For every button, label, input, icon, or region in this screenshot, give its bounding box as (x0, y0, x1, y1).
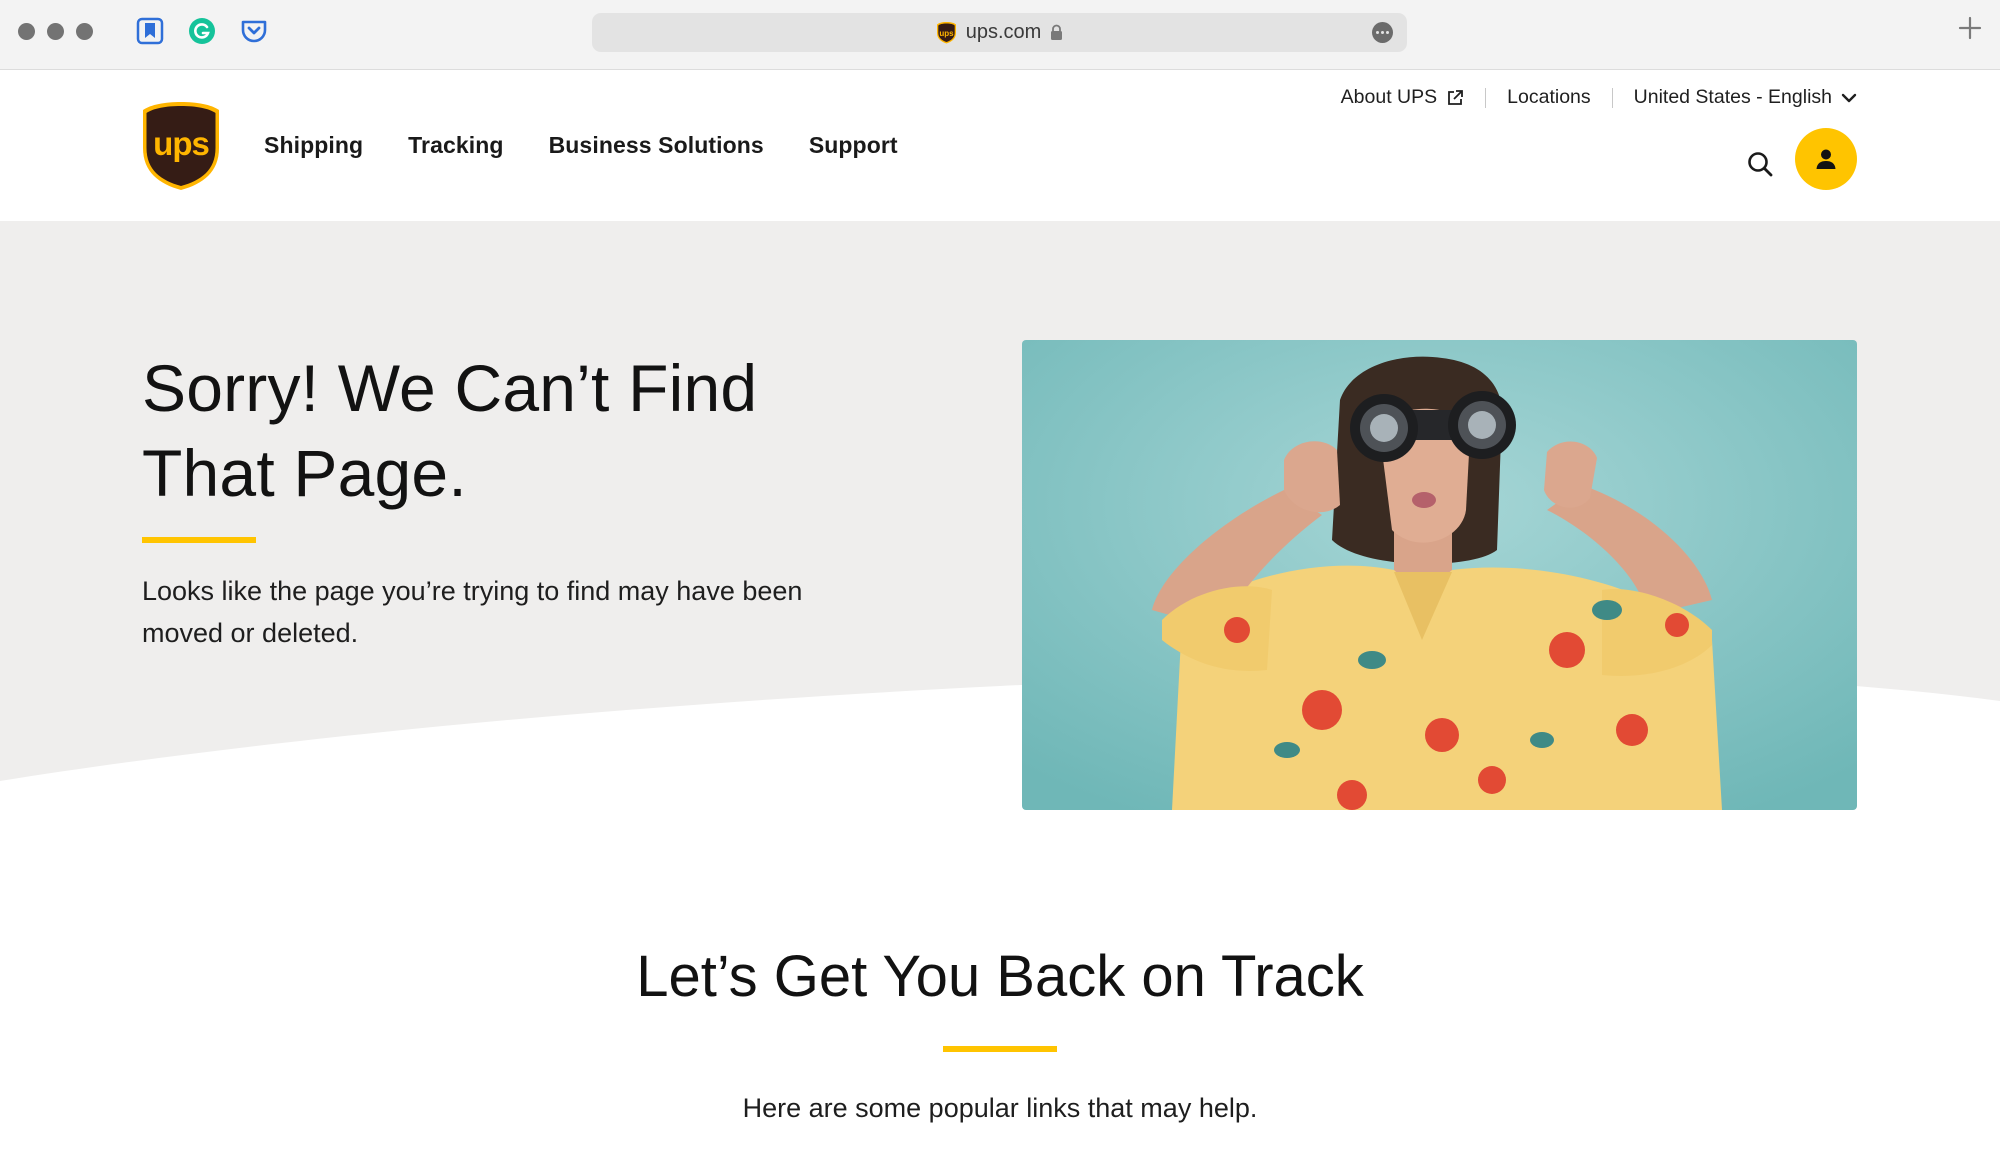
grammarly-icon[interactable] (187, 16, 217, 46)
locations-label: Locations (1507, 86, 1591, 108)
ups-favicon-icon: ups (936, 22, 956, 44)
locale-selector[interactable]: United States - English (1634, 86, 1857, 109)
more-icon[interactable] (1372, 22, 1393, 43)
pocket-icon[interactable] (239, 16, 269, 46)
external-link-icon (1448, 89, 1464, 105)
divider (1611, 87, 1613, 108)
title-accent-rule (142, 537, 256, 543)
about-ups-link[interactable]: About UPS (1341, 86, 1464, 109)
svg-text:ups: ups (153, 125, 209, 162)
utility-nav: About UPS Locations United States - Engl… (1341, 86, 1857, 109)
ups-logo[interactable]: ups (141, 100, 221, 192)
site-header: ups Shipping Tracking Business Solutions… (0, 70, 2000, 221)
url-text: ups.com (965, 21, 1042, 43)
about-ups-label: About UPS (1340, 86, 1438, 108)
page-title: Sorry! We Can’t Find That Page. (142, 346, 902, 516)
account-button[interactable] (1795, 128, 1857, 190)
browser-toolbar: ups ups.com (0, 0, 2000, 70)
user-icon (1816, 149, 1836, 169)
bookmarks-icon[interactable] (135, 16, 165, 46)
close-window-button[interactable] (18, 23, 35, 40)
nav-shipping[interactable]: Shipping (264, 132, 363, 159)
maximize-window-button[interactable] (76, 23, 93, 40)
minimize-window-button[interactable] (47, 23, 64, 40)
new-tab-icon[interactable] (1956, 14, 1984, 42)
address-bar[interactable]: ups ups.com (592, 13, 1407, 52)
section-subtitle: Here are some popular links that may hel… (742, 1093, 1258, 1123)
locale-label: United States - English (1633, 86, 1832, 108)
search-icon[interactable] (1744, 148, 1778, 182)
error-message-line-1: Looks like the page you’re trying to fin… (142, 576, 803, 606)
nav-tracking[interactable]: Tracking (408, 132, 503, 159)
error-message-line-2: moved or deleted. (142, 618, 359, 648)
nav-business-solutions[interactable]: Business Solutions (549, 132, 764, 159)
page-title-line-2: That Page. (142, 436, 467, 510)
window-controls (18, 23, 93, 40)
lock-icon (1051, 24, 1063, 40)
locations-link[interactable]: Locations (1507, 86, 1590, 109)
hero-section: Sorry! We Can’t Find That Page. Looks li… (0, 221, 2000, 821)
nav-support[interactable]: Support (809, 132, 898, 159)
hero-image-binoculars-woman (1022, 340, 1857, 810)
page-title-line-1: Sorry! We Can’t Find (142, 351, 758, 425)
primary-nav: Shipping Tracking Business Solutions Sup… (264, 132, 943, 159)
svg-text:ups: ups (939, 29, 954, 38)
chevron-down-icon (1841, 93, 1857, 102)
error-message: Looks like the page you’re trying to fin… (142, 570, 862, 654)
section-title: Let’s Get You Back on Track (636, 944, 1364, 1009)
divider (1485, 87, 1487, 108)
section-accent-rule (943, 1046, 1057, 1052)
